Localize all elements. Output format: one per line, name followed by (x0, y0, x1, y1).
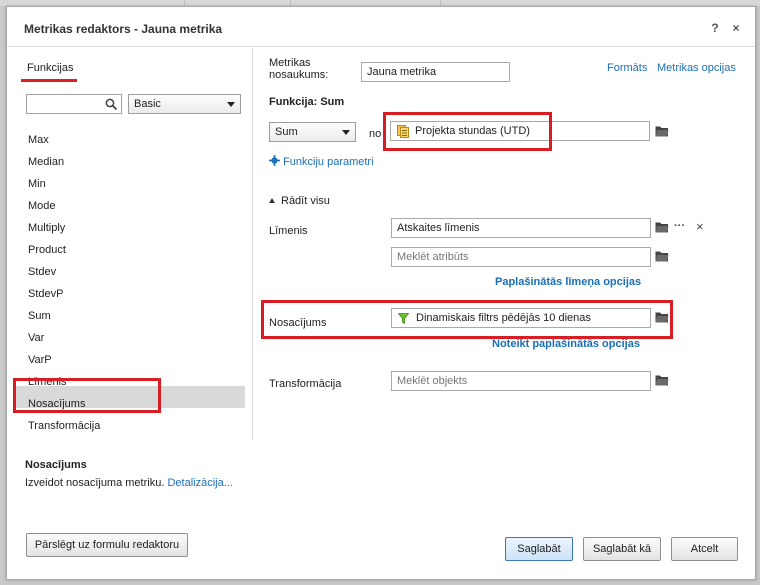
transformation-search-input[interactable]: Meklēt objekts (391, 371, 651, 391)
show-all-toggle[interactable]: Rādīt visu (269, 195, 330, 207)
function-description: Izveidot nosacījuma metriku. Detalizācij… (25, 477, 233, 489)
remove-icon[interactable]: × (696, 219, 704, 234)
function-item-transformation[interactable]: Transformācija (28, 420, 100, 432)
switch-to-formula-editor-button[interactable]: Pārslēgt uz formulu redaktoru (26, 533, 188, 557)
function-item-product[interactable]: Product (28, 244, 66, 256)
show-all-label: Rādīt visu (281, 195, 330, 207)
functions-panel: Funkcijas Basic Max Median Min Mode Mult… (7, 48, 253, 440)
argument-red-outline (383, 112, 552, 151)
gear-icon (269, 155, 280, 166)
function-item-var[interactable]: Var (28, 332, 44, 344)
folder-icon[interactable] (655, 221, 669, 233)
function-parameters[interactable]: Funkciju parametri (269, 155, 374, 168)
function-item-stdevp[interactable]: StdevP (28, 288, 63, 300)
dialog-titlebar: Metrikas redaktors - Jauna metrika ? × (7, 7, 755, 47)
function-item-sum[interactable]: Sum (28, 310, 51, 322)
function-item-varp[interactable]: VarP (28, 354, 52, 366)
function-item-stdev[interactable]: Stdev (28, 266, 56, 278)
function-description-title: Nosacījums (25, 459, 87, 471)
function-description-text: Izveidot nosacījuma metriku. (25, 477, 165, 489)
function-search-box (26, 94, 122, 114)
more-icon[interactable]: ··· (674, 220, 685, 232)
dialog-title: Metrikas redaktors - Jauna metrika (24, 22, 223, 36)
level-input[interactable]: Atskaites līmenis (391, 218, 651, 238)
cancel-button[interactable]: Atcelt (671, 537, 738, 561)
metric-name-label: Metrikas nosaukums: (269, 57, 328, 81)
help-icon[interactable]: ? (707, 20, 723, 36)
function-item-multiply[interactable]: Multiply (28, 222, 65, 234)
advanced-level-options-link[interactable]: Paplašinātās līmeņa opcijas (495, 276, 641, 288)
condition-red-outline (261, 300, 673, 339)
function-item-median[interactable]: Median (28, 156, 64, 168)
function-search-input[interactable] (27, 95, 101, 113)
metric-editor-dialog: Metrikas redaktors - Jauna metrika ? × F… (6, 6, 756, 580)
transformation-label: Transformācija (269, 378, 342, 390)
save-as-button[interactable]: Saglabāt kā (583, 537, 661, 561)
active-tab-underline (21, 79, 77, 82)
category-select-value: Basic (134, 98, 161, 110)
chevron-down-icon (342, 130, 350, 135)
metric-name-input[interactable]: Jauna metrika (361, 62, 510, 82)
save-button[interactable]: Saglabāt (505, 537, 573, 561)
metric-name-label-line1: Metrikas (269, 57, 311, 69)
folder-icon[interactable] (655, 125, 669, 137)
folder-icon[interactable] (655, 374, 669, 386)
selected-function-red-outline (13, 378, 161, 413)
attribute-search-input[interactable]: Meklēt atribūts (391, 247, 651, 267)
function-item-min[interactable]: Min (28, 178, 46, 190)
collapse-triangle-icon (269, 198, 275, 203)
function-item-max[interactable]: Max (28, 134, 49, 146)
metric-options-link[interactable]: Metrikas opcijas (657, 62, 736, 74)
details-link[interactable]: Detalizācija... (167, 477, 232, 489)
close-icon[interactable]: × (728, 20, 744, 36)
function-select-value: Sum (275, 126, 298, 138)
category-select[interactable]: Basic (128, 94, 241, 114)
function-select[interactable]: Sum (269, 122, 356, 142)
folder-icon[interactable] (655, 250, 669, 262)
metric-name-label-line2: nosaukums: (269, 69, 329, 81)
level-label: Līmenis (269, 225, 308, 237)
chevron-down-icon (227, 102, 235, 107)
formats-link[interactable]: Formāts (607, 62, 647, 74)
of-label: no (369, 128, 382, 140)
function-item-mode[interactable]: Mode (28, 200, 56, 212)
search-icon[interactable] (105, 98, 118, 111)
tab-functions[interactable]: Funkcijas (27, 62, 73, 74)
advanced-condition-options-link[interactable]: Noteikt paplašinātās opcijas (492, 338, 640, 350)
function-parameters-link: Funkciju parametri (283, 156, 374, 168)
function-heading: Funkcija: Sum (269, 96, 345, 108)
